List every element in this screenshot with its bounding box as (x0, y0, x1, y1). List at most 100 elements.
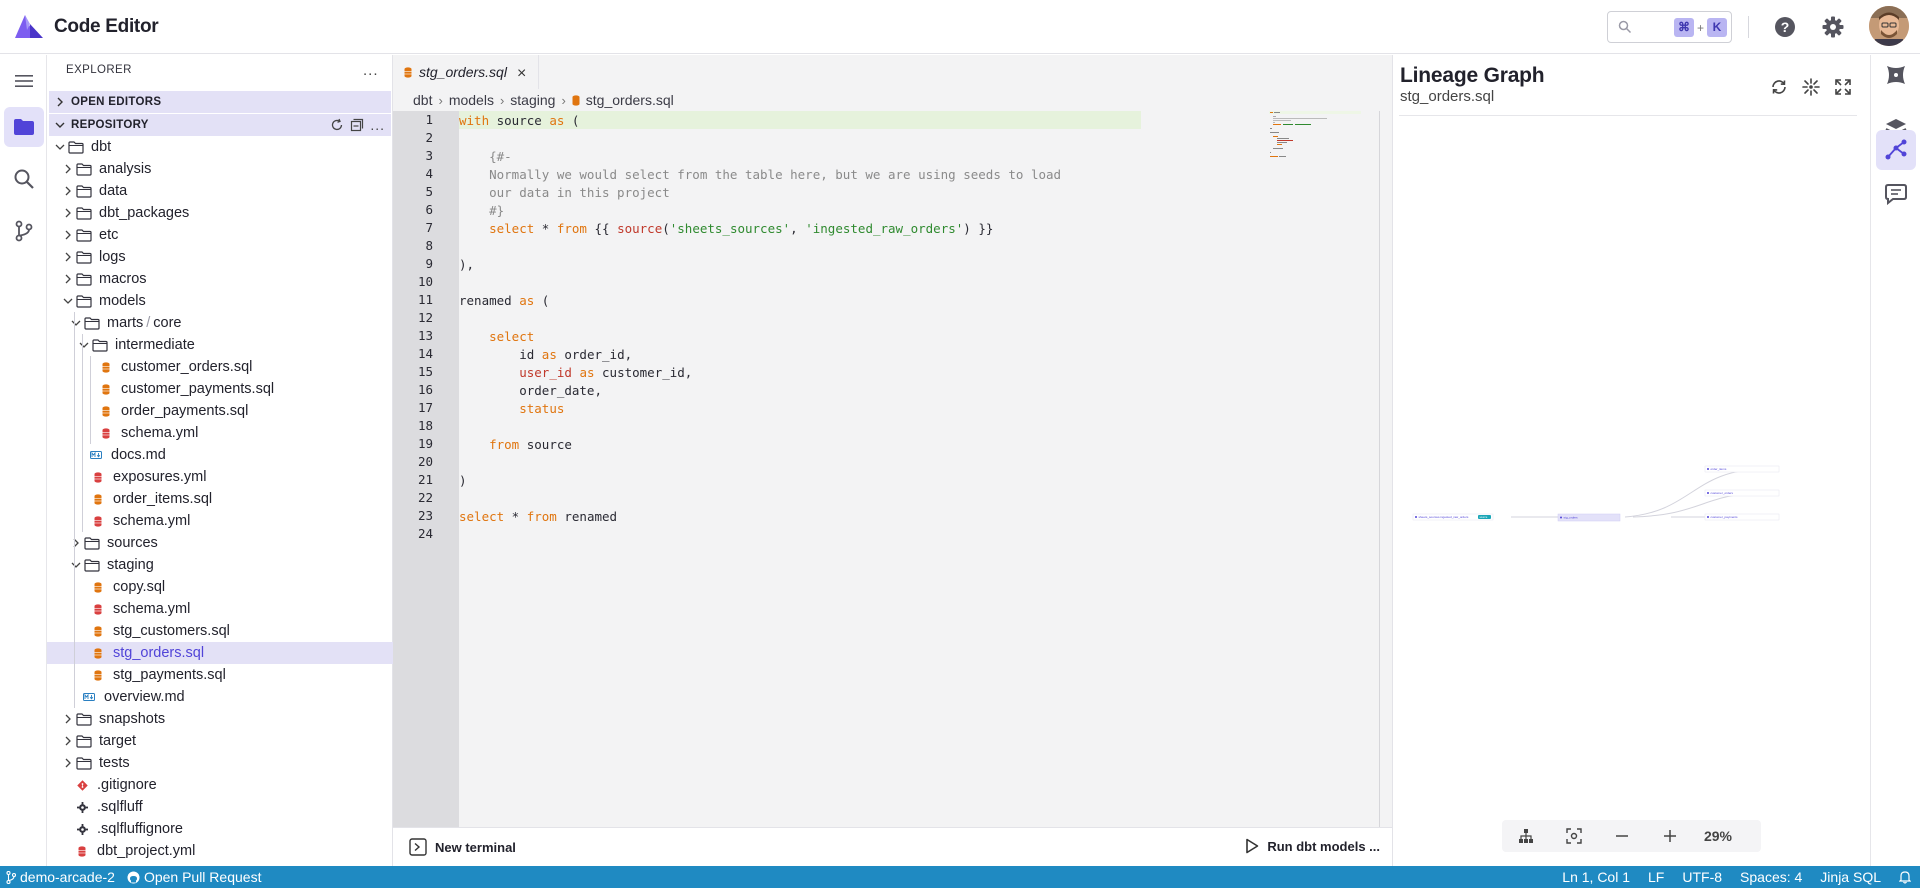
code-line[interactable]: #} (459, 202, 504, 220)
tree-folder[interactable]: logs (47, 246, 393, 268)
code-line[interactable]: Normally we would select from the table … (459, 166, 1061, 184)
open-editors-section[interactable]: OPEN EDITORS (49, 91, 391, 113)
settings-button[interactable] (1820, 14, 1846, 40)
zoom-out-button[interactable] (1598, 820, 1646, 852)
code-line[interactable]: ) (459, 472, 467, 490)
tab-stg-orders[interactable]: stg_orders.sql × (393, 55, 539, 89)
code-line[interactable]: ), (459, 256, 474, 274)
dbt-button[interactable] (1876, 55, 1916, 95)
node-customer-payments[interactable]: customer_payments (1704, 513, 1780, 521)
editor-scrollbar[interactable] (1379, 111, 1380, 827)
code-line[interactable]: select * from {{ source('sheets_sources'… (459, 220, 993, 238)
tree-folder[interactable]: macros (47, 268, 393, 290)
tree-folder[interactable]: analysis (47, 158, 393, 180)
user-avatar[interactable] (1869, 6, 1909, 46)
branch-status[interactable]: demo-arcade-2 (0, 869, 121, 885)
chat-button[interactable] (1876, 173, 1916, 213)
tree-folder[interactable]: snapshots (47, 708, 393, 730)
line-number: 16 (417, 382, 433, 397)
tree-file[interactable]: docs.md (47, 444, 393, 466)
code-line[interactable]: select * from renamed (459, 508, 617, 526)
tree-folder[interactable]: target (47, 730, 393, 752)
explorer-view-button[interactable] (4, 107, 44, 147)
run-dbt-models-button[interactable]: Run dbt models ... (1245, 838, 1380, 854)
new-terminal-button[interactable]: New terminal (409, 838, 516, 856)
breadcrumb-item[interactable]: staging (510, 92, 555, 108)
menu-button[interactable] (4, 61, 44, 101)
hierarchy-button[interactable] (1502, 820, 1550, 852)
open-pull-request-button[interactable]: Open Pull Request (121, 869, 268, 885)
tree-file[interactable]: schema.yml (47, 598, 393, 620)
code-line[interactable]: select (459, 328, 534, 346)
tree-file[interactable]: order_items.sql (47, 488, 393, 510)
source-control-button[interactable] (4, 211, 44, 251)
help-button[interactable]: ? (1772, 14, 1798, 40)
code-line[interactable]: id as order_id, (459, 346, 632, 364)
tree-folder[interactable]: tests (47, 752, 393, 774)
expand-icon[interactable] (1833, 77, 1853, 97)
search-view-button[interactable] (4, 159, 44, 199)
code-line[interactable]: order_date, (459, 382, 602, 400)
tree-folder[interactable]: staging (47, 554, 393, 576)
code-line[interactable]: with source as ( (459, 112, 579, 130)
breadcrumb-item[interactable]: stg_orders.sql (586, 92, 674, 108)
tree-file[interactable]: .sqlfluff (47, 796, 393, 818)
tree-file[interactable]: exposures.yml (47, 466, 393, 488)
notifications-button[interactable] (1890, 870, 1920, 884)
zoom-in-button[interactable] (1646, 820, 1694, 852)
tree-file[interactable]: customer_orders.sql (47, 356, 393, 378)
tree-folder[interactable]: marts / core (47, 312, 393, 334)
code-line[interactable]: renamed as ( (459, 292, 549, 310)
tab-close-button[interactable]: × (517, 65, 526, 83)
refresh-icon[interactable] (330, 118, 344, 132)
tree-folder[interactable]: dbt_packages (47, 202, 393, 224)
tree-file[interactable]: customer_payments.sql (47, 378, 393, 400)
tree-folder[interactable]: models (47, 290, 393, 312)
tree-file[interactable]: stg_orders.sql (47, 642, 393, 664)
tree-file[interactable]: stg_payments.sql (47, 664, 393, 686)
indentation[interactable]: Spaces: 4 (1731, 869, 1811, 885)
search-input[interactable]: ⌘ + K (1607, 11, 1732, 43)
tree-file[interactable]: dbt_project.yml (47, 840, 393, 862)
collapse-all-icon[interactable] (350, 118, 364, 132)
lineage-panel: Lineage Graph stg_orders.sql sheets_sour… (1392, 55, 1870, 866)
code-line[interactable]: status (459, 400, 564, 418)
tree-file[interactable]: copy.sql (47, 576, 393, 598)
tree-folder[interactable]: data (47, 180, 393, 202)
repository-section[interactable]: REPOSITORY ... (49, 114, 391, 136)
cursor-position[interactable]: Ln 1, Col 1 (1553, 869, 1639, 885)
tree-file[interactable]: schema.yml (47, 510, 393, 532)
explorer-more-button[interactable]: ... (363, 62, 379, 79)
tree-folder[interactable]: etc (47, 224, 393, 246)
node-source[interactable]: sheets_sources.ingested_raw_orders sourc… (1412, 513, 1494, 521)
auto-layout-icon[interactable] (1801, 77, 1821, 97)
tree-folder[interactable]: intermediate (47, 334, 393, 356)
tree-file[interactable]: .sqlfluffignore (47, 818, 393, 840)
lineage-graph-canvas[interactable]: sheets_sources.ingested_raw_orders sourc… (1393, 117, 1871, 767)
minimap[interactable] (1269, 111, 1361, 171)
code-line[interactable]: our data in this project (459, 184, 670, 202)
node-customer-orders[interactable]: customer_orders (1704, 489, 1780, 497)
lineage-button[interactable] (1876, 130, 1916, 170)
node-stg-orders[interactable]: stg_orders (1557, 513, 1621, 522)
language-mode[interactable]: Jinja SQL (1811, 869, 1890, 885)
tree-file[interactable]: .gitignore (47, 774, 393, 796)
tree-file[interactable]: overview.md (47, 686, 393, 708)
code-line[interactable]: {#- (459, 148, 512, 166)
encoding[interactable]: UTF-8 (1673, 869, 1731, 885)
tree-item-label: order_payments.sql (121, 403, 249, 419)
repository-more-button[interactable]: ... (370, 117, 385, 133)
refresh-icon[interactable] (1769, 77, 1789, 97)
breadcrumb-item[interactable]: dbt (413, 92, 432, 108)
tree-folder[interactable]: sources (47, 532, 393, 554)
code-line[interactable]: from source (459, 436, 572, 454)
tree-folder[interactable]: dbt (47, 136, 393, 158)
node-order-items[interactable]: order_items (1704, 465, 1780, 473)
code-line[interactable]: user_id as customer_id, (459, 364, 692, 382)
breadcrumb-item[interactable]: models (449, 92, 494, 108)
tree-file[interactable]: order_payments.sql (47, 400, 393, 422)
line-ending[interactable]: LF (1639, 869, 1673, 885)
fit-view-button[interactable] (1550, 820, 1598, 852)
tree-file[interactable]: schema.yml (47, 422, 393, 444)
tree-file[interactable]: stg_customers.sql (47, 620, 393, 642)
